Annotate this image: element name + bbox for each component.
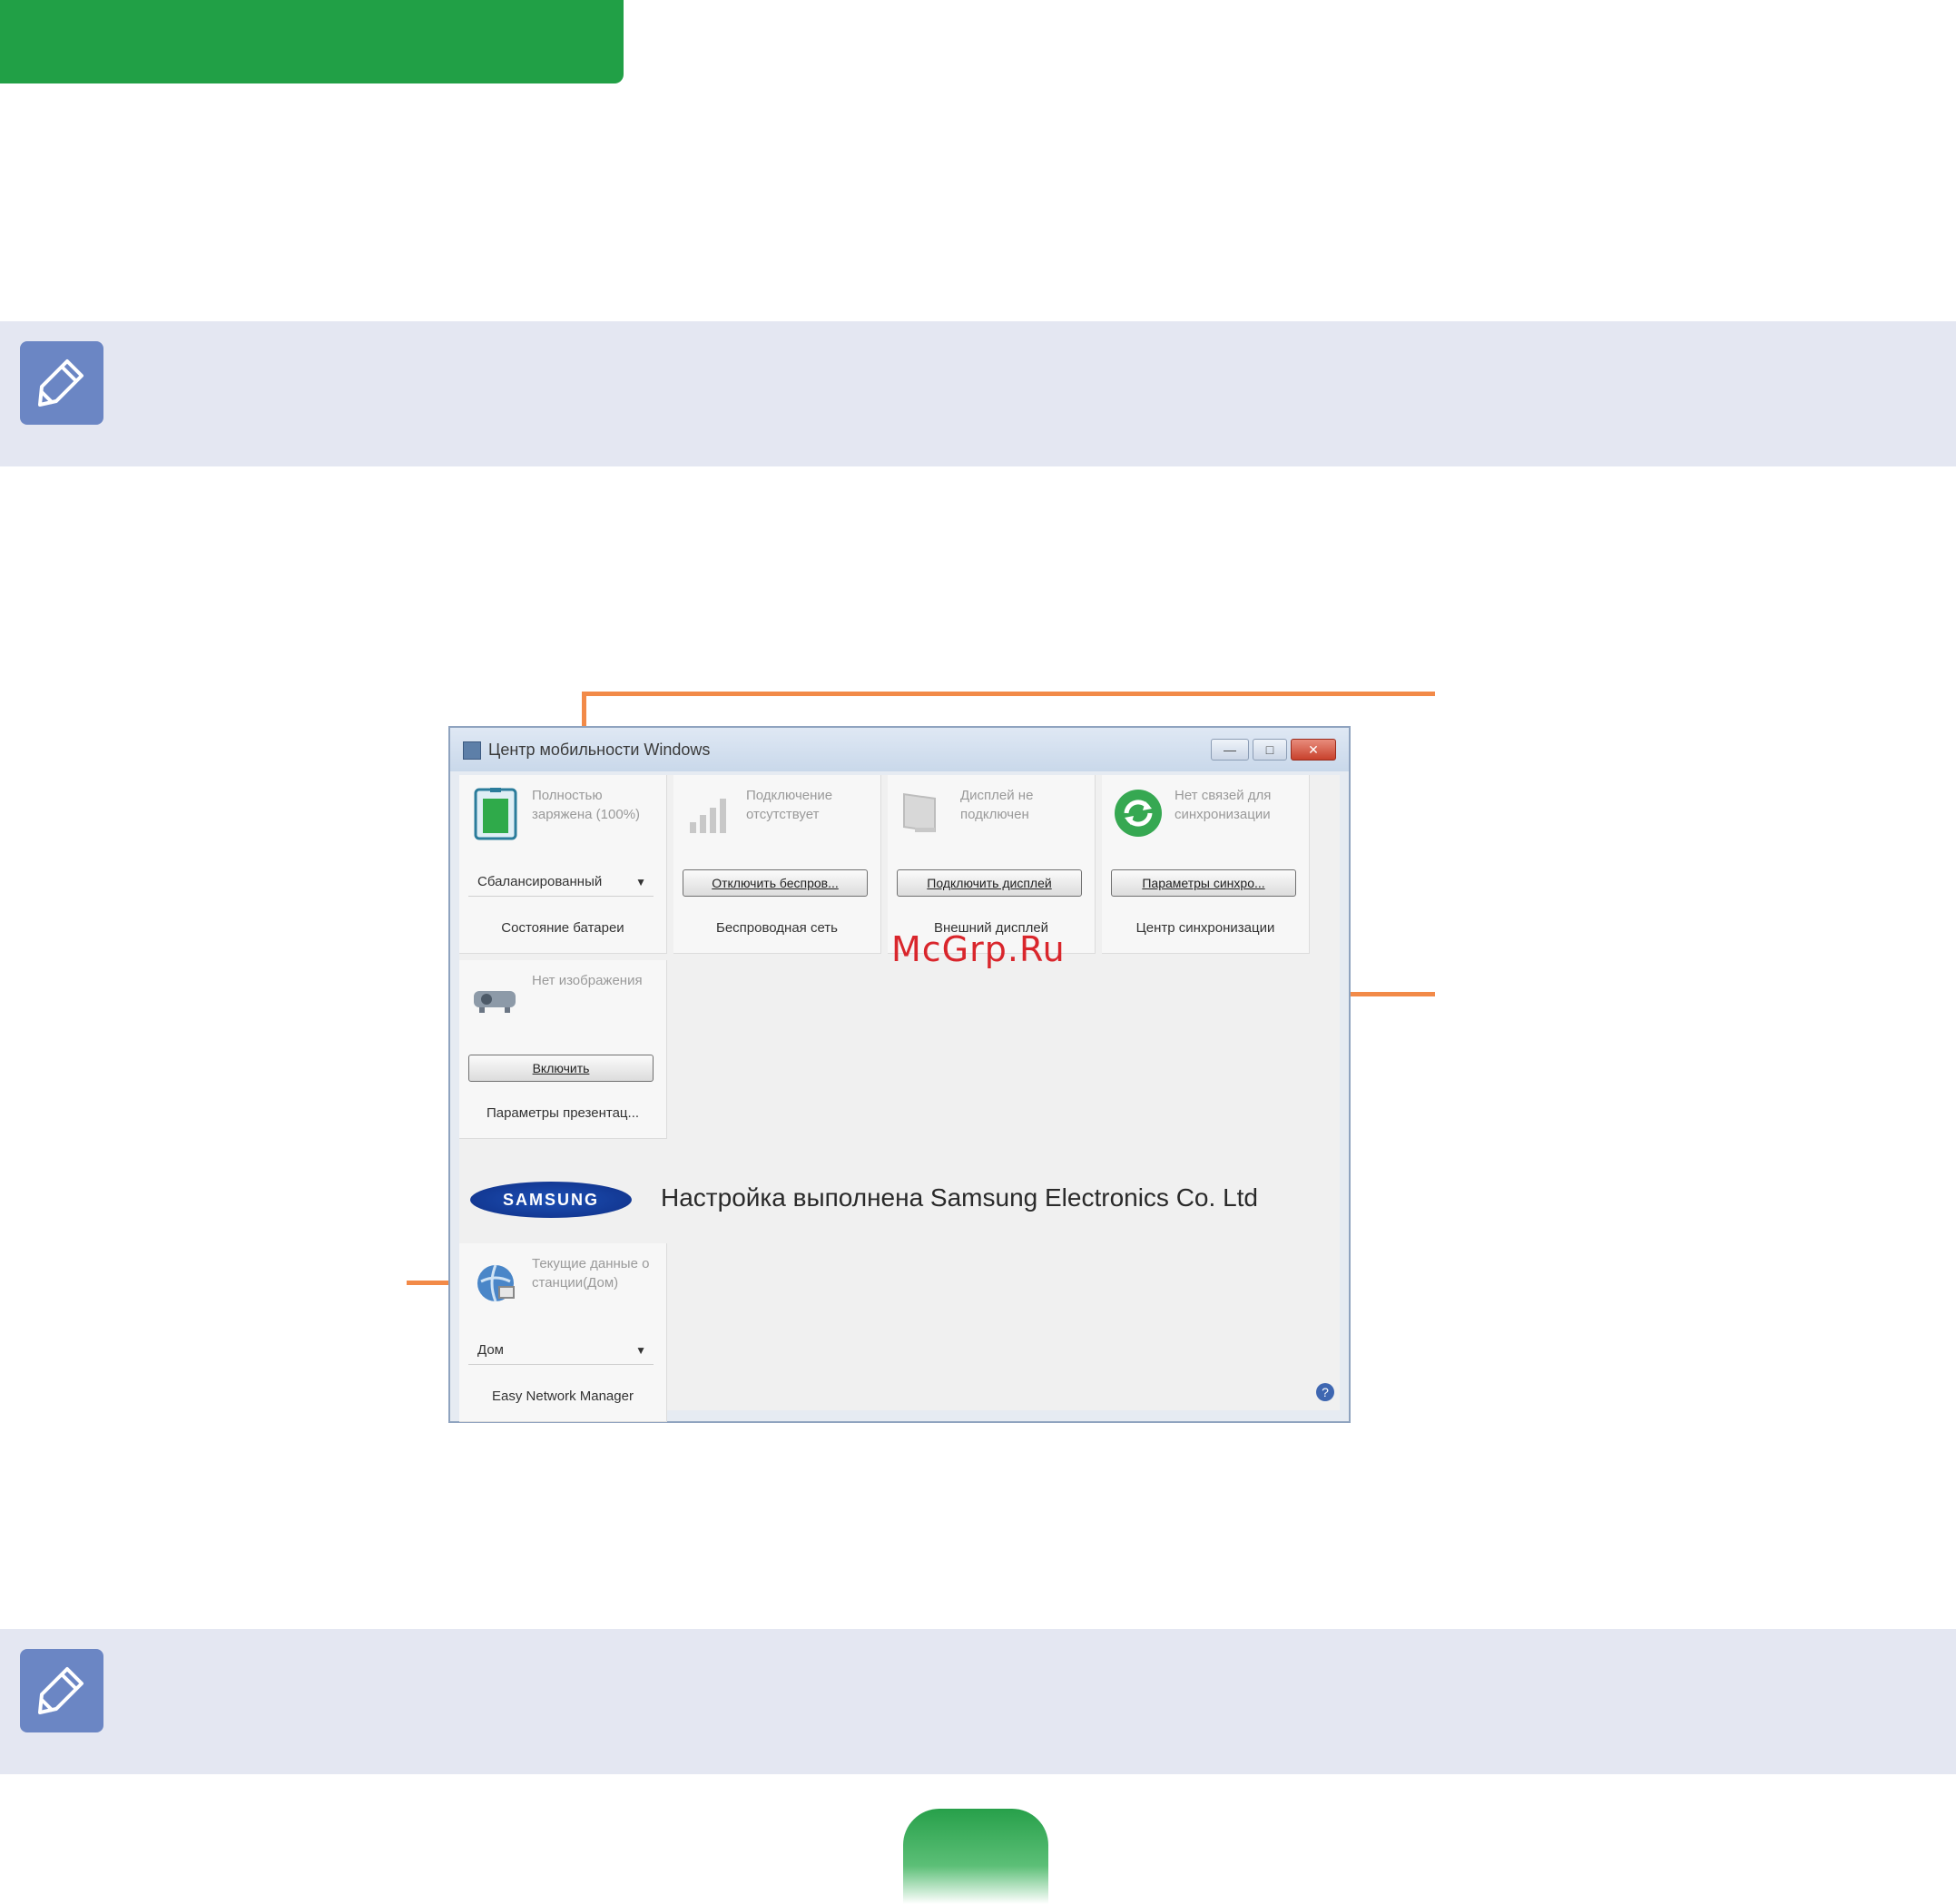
window-title: Центр мобильности Windows — [488, 741, 711, 759]
network-location-value: Дом — [477, 1342, 504, 1358]
page-number-tab — [903, 1809, 1048, 1904]
sync-status-text: Нет связей для синхронизации — [1175, 788, 1272, 822]
tile-label-battery: Состояние батареи — [501, 920, 624, 936]
samsung-logo: SAMSUNG — [470, 1182, 632, 1218]
wireless-status-text: Подключение отсутствует — [746, 788, 833, 822]
mobility-center-window: Центр мобильности Windows — □ ✕ Полность… — [448, 726, 1351, 1423]
presentation-enable-button[interactable]: Включить — [468, 1055, 654, 1082]
display-status-text: Дисплей не подключен — [960, 788, 1034, 822]
tile-display: Дисплей не подключен Подключить дисплей … — [888, 775, 1096, 954]
pencil-note-icon — [20, 341, 103, 425]
minimize-button[interactable]: — — [1211, 739, 1249, 761]
network-globe-icon[interactable] — [468, 1254, 523, 1309]
note-band-bottom — [0, 1629, 1956, 1774]
chevron-down-icon: ▼ — [635, 876, 646, 888]
chevron-down-icon: ▼ — [635, 1344, 646, 1357]
oem-customization-text: Настройка выполнена Samsung Electronics … — [661, 1183, 1258, 1212]
wireless-toggle-button[interactable]: Отключить беспров... — [683, 869, 868, 897]
window-client-area: Полностью заряжена (100%) Сбалансированн… — [459, 775, 1340, 1422]
monitor-icon[interactable] — [897, 786, 951, 840]
window-app-icon — [463, 741, 481, 760]
power-plan-select[interactable]: Сбалансированный ▼ — [468, 869, 654, 897]
tile-sync: Нет связей для синхронизации Параметры с… — [1102, 775, 1310, 954]
tile-label-wireless: Беспроводная сеть — [715, 920, 838, 936]
tile-label-sync: Центр синхронизации — [1135, 920, 1275, 936]
connect-display-button[interactable]: Подключить дисплей — [897, 869, 1082, 897]
watermark-text: McGrp.Ru — [891, 929, 1066, 969]
presentation-status-text: Нет изображения — [532, 973, 643, 988]
samsung-logo-text: SAMSUNG — [502, 1191, 599, 1209]
maximize-button[interactable]: □ — [1253, 739, 1287, 761]
battery-icon[interactable] — [468, 786, 523, 840]
tile-label-network: Easy Network Manager — [492, 1389, 634, 1404]
oem-brand-row: SAMSUNG Настройка выполнена Samsung Elec… — [459, 1163, 1340, 1236]
sync-icon[interactable] — [1111, 786, 1165, 840]
section-header-bar — [0, 0, 624, 83]
tile-label-presentation: Параметры презентац... — [486, 1105, 640, 1121]
battery-status-text: Полностью заряжена (100%) — [532, 788, 641, 822]
pencil-note-icon — [20, 1649, 103, 1732]
help-icon[interactable]: ? — [1316, 1383, 1334, 1401]
tile-wireless: Подключение отсутствует Отключить беспро… — [673, 775, 881, 954]
note-band-top — [0, 321, 1956, 466]
network-status-text: Текущие данные о станции(Дом) — [532, 1256, 650, 1291]
wireless-signal-icon[interactable] — [683, 786, 737, 840]
power-plan-value: Сбалансированный — [477, 874, 603, 889]
callout-line — [582, 692, 1435, 696]
tile-network: Текущие данные о станции(Дом) Дом ▼ Easy… — [459, 1243, 667, 1422]
window-titlebar[interactable]: Центр мобильности Windows — □ ✕ — [450, 728, 1349, 771]
projector-icon[interactable] — [468, 971, 523, 1026]
tile-battery: Полностью заряжена (100%) Сбалансированн… — [459, 775, 667, 954]
close-button[interactable]: ✕ — [1291, 739, 1336, 761]
tile-presentation: Нет изображения Включить Параметры презе… — [459, 960, 667, 1139]
network-location-select[interactable]: Дом ▼ — [468, 1338, 654, 1365]
sync-settings-button[interactable]: Параметры синхро... — [1111, 869, 1296, 897]
